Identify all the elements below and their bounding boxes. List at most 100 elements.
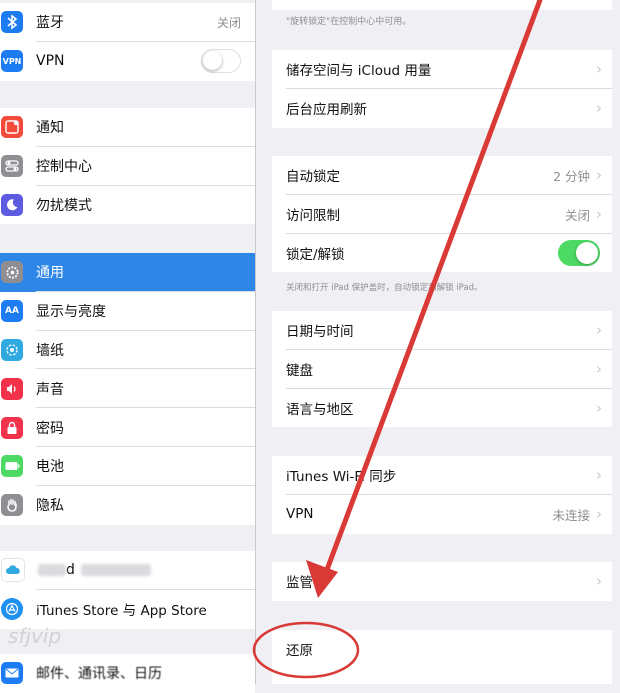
watermark: sfjvip [8,624,62,648]
row-label: 自动锁定 [286,169,340,186]
storage-icloud-usage-row[interactable]: 储存空间与 iCloud 用量 › [272,50,612,89]
sync-vpn-group: iTunes Wi-Fi 同步 › VPN 未连接 › [272,456,612,534]
restrictions-value: 关闭 [564,207,590,223]
sidebar-item-battery[interactable]: 电池 [0,447,255,486]
sidebar-item-general[interactable]: 通用 [0,253,255,292]
settings-sidebar: 蓝牙 关闭 VPN VPN 通知 控制中心 勿扰模式 通用 AA 显示与亮度 墙… [0,0,255,693]
sidebar-item-label: 密码 [36,420,64,437]
reset-group: 还原 [272,630,612,684]
chevron-right-icon: › [596,99,602,118]
sidebar-item-bluetooth[interactable]: 蓝牙 关闭 [0,3,255,42]
row-label: 储存空间与 iCloud 用量 [286,63,432,80]
sidebar-item-label: VPN [36,53,65,70]
sidebar-item-itunes-app-store[interactable]: iTunes Store 与 App Store [0,590,255,629]
background-app-refresh-row[interactable]: 后台应用刷新 › [272,89,612,128]
sidebar-group-general: 通用 AA 显示与亮度 墙纸 声音 密码 电池 隐私 [0,253,255,525]
sidebar-item-label: 控制中心 [36,159,92,176]
auto-lock-row[interactable]: 自动锁定 2 分钟 › [272,156,612,195]
row-label: 还原 [286,643,313,659]
row-label: iTunes Wi-Fi 同步 [286,469,397,486]
reset-row[interactable]: 还原 [272,630,612,668]
storage-group: 储存空间与 iCloud 用量 › 后台应用刷新 › [272,50,612,128]
display-icon: AA [1,300,23,323]
sidebar-item-vpn[interactable]: VPN VPN [0,42,255,81]
chevron-right-icon: › [596,505,602,524]
sidebar-item-label: 勿扰模式 [36,197,92,214]
sidebar-item-label: 墙纸 [36,342,64,359]
gear-icon [1,261,23,284]
supervision-row[interactable]: 监管 › [272,562,612,601]
sidebar-item-display[interactable]: AA 显示与亮度 [0,292,255,331]
sidebar-item-label: d [38,562,255,578]
sidebar-item-wallpaper[interactable]: 墙纸 [0,331,255,370]
sidebar-item-label: 通用 [36,265,64,282]
language-region-row[interactable]: 语言与地区 › [272,389,612,428]
battery-icon [1,455,23,478]
row-label: 键盘 [286,363,313,380]
appstore-icon [1,598,23,621]
sidebar-item-label: 声音 [36,381,64,398]
chevron-right-icon: › [596,398,602,417]
vpn-toggle[interactable] [201,49,241,74]
rotation-group-tail [272,0,612,10]
sidebar-item-label: 蓝牙 [36,15,64,32]
lock-unlock-row: 锁定/解锁 [272,234,612,273]
row-label: VPN [286,506,314,523]
bluetooth-status: 关闭 [216,15,241,30]
chevron-right-icon: › [596,360,602,379]
row-label: 后台应用刷新 [286,102,367,119]
lock-icon [1,416,23,439]
sidebar-item-privacy[interactable]: 隐私 [0,486,255,525]
sidebar-item-sounds[interactable]: 声音 [0,369,255,408]
sidebar-group-mail: 邮件、通讯录、日历 [0,654,255,693]
hand-icon [1,494,23,517]
sidebar-group-connectivity: 蓝牙 关闭 VPN VPN [0,3,255,81]
sidebar-item-label: 显示与亮度 [36,304,106,321]
sidebar-item-passcode[interactable]: 密码 [0,408,255,447]
row-label: 日期与时间 [286,324,354,341]
sidebar-item-label: 通知 [36,120,64,137]
moon-icon [1,193,23,216]
chevron-right-icon: › [596,166,602,185]
mail-icon [1,662,23,685]
control-center-icon [1,155,23,178]
sidebar-item-label: 邮件、通讯录、日历 [36,666,162,683]
auto-lock-value: 2 分钟 [553,168,590,184]
chevron-right-icon: › [596,60,602,79]
sidebar-item-do-not-disturb[interactable]: 勿扰模式 [0,186,255,225]
vpn-row[interactable]: VPN 未连接 › [272,495,612,534]
notifications-icon [1,116,23,139]
lock-unlock-toggle[interactable] [558,239,600,266]
chevron-right-icon: › [596,466,602,485]
vpn-status: 未连接 [552,507,590,523]
row-label: 锁定/解锁 [286,246,345,263]
chevron-right-icon: › [596,321,602,340]
row-label: 监管 [286,575,313,592]
restrictions-row[interactable]: 访问限制 关闭 › [272,195,612,234]
sidebar-group-accounts: d iTunes Store 与 App Store [0,551,255,629]
date-time-row[interactable]: 日期与时间 › [272,311,612,350]
sidebar-item-notifications[interactable]: 通知 [0,108,255,147]
chevron-right-icon: › [596,205,602,224]
sidebar-item-mail[interactable]: 邮件、通讯录、日历 [0,654,255,693]
sidebar-item-label: 电池 [36,459,64,476]
wallpaper-icon [1,338,23,361]
supervision-group: 监管 › [272,562,612,601]
chevron-right-icon: › [596,572,602,591]
sound-icon [1,377,23,400]
sidebar-item-control-center[interactable]: 控制中心 [0,147,255,186]
sidebar-group-notifications: 通知 控制中心 勿扰模式 [0,108,255,225]
general-settings-panel: "旋转锁定"在控制中心中可用。 储存空间与 iCloud 用量 › 后台应用刷新… [256,0,620,684]
sidebar-item-label: iTunes Store 与 App Store [36,603,207,620]
lock-unlock-note: 关闭和打开 iPad 保护盖时，自动锁定和解锁 iPad。 [286,283,483,293]
rotation-lock-note: "旋转锁定"在控制中心中可用。 [286,17,412,27]
sidebar-item-icloud[interactable]: d [0,551,255,590]
keyboard-row[interactable]: 键盘 › [272,350,612,389]
lock-group: 自动锁定 2 分钟 › 访问限制 关闭 › 锁定/解锁 [272,156,612,273]
vpn-icon: VPN [1,50,23,73]
sidebar-item-label: 隐私 [36,498,64,515]
itunes-wifi-sync-row[interactable]: iTunes Wi-Fi 同步 › [272,456,612,495]
row-label: 访问限制 [286,208,340,225]
icloud-icon [1,558,25,583]
bluetooth-icon [1,11,23,34]
